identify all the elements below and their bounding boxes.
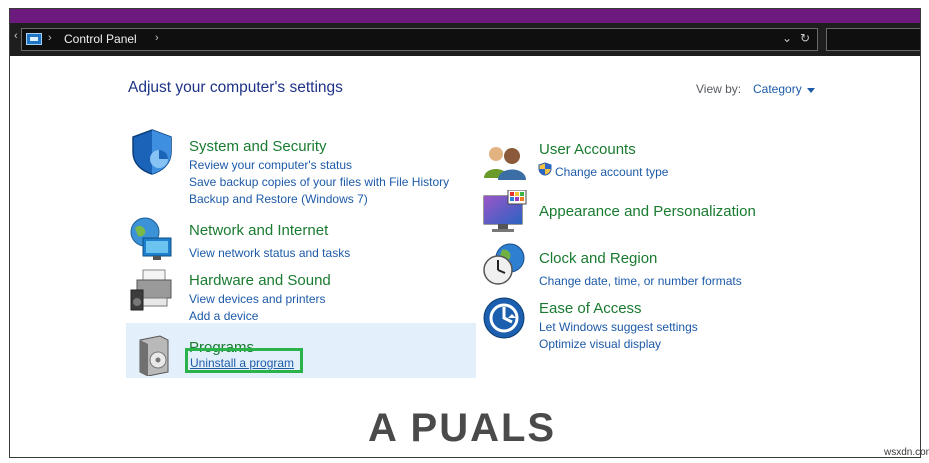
control-panel-icon xyxy=(26,33,42,45)
printer-speaker-icon xyxy=(130,269,172,311)
title-bar xyxy=(10,9,920,23)
suggest-settings-link[interactable]: Let Windows suggest settings xyxy=(539,320,698,334)
appuals-watermark: A PUALS xyxy=(368,406,557,450)
address-dropdown-icon[interactable]: ⌄ xyxy=(782,31,792,45)
backup-restore-link[interactable]: Backup and Restore (Windows 7) xyxy=(189,192,368,206)
optimize-display-link[interactable]: Optimize visual display xyxy=(539,337,661,351)
clock-region-title[interactable]: Clock and Region xyxy=(539,250,657,267)
change-account-type-link[interactable]: Change account type xyxy=(555,165,668,179)
view-by-label: View by: xyxy=(696,82,742,96)
address-bar: ‹ › Control Panel › ⌄ ↻ xyxy=(10,23,920,56)
network-globe-icon xyxy=(130,217,172,260)
ease-of-access-title[interactable]: Ease of Access xyxy=(539,300,642,317)
review-status-link[interactable]: Review your computer's status xyxy=(189,158,352,172)
address-field[interactable]: › Control Panel › ⌄ ↻ xyxy=(21,28,818,51)
view-by-caret-icon[interactable] xyxy=(807,88,815,93)
page-title: Adjust your computer's settings xyxy=(128,79,343,96)
hardware-sound-title[interactable]: Hardware and Sound xyxy=(189,272,331,289)
shield-icon xyxy=(132,129,172,175)
add-device-link[interactable]: Add a device xyxy=(189,309,258,323)
main-content: Adjust your computer's settings View by:… xyxy=(10,56,920,457)
user-accounts-title[interactable]: User Accounts xyxy=(539,141,636,158)
control-panel-window: ‹ › Control Panel › ⌄ ↻ Adjust your comp… xyxy=(9,8,921,458)
nav-back-chevron-icon[interactable]: ‹ xyxy=(14,30,18,42)
programs-box-icon xyxy=(139,335,169,376)
annotation-highlight-box xyxy=(185,348,303,373)
network-status-link[interactable]: View network status and tasks xyxy=(189,246,350,260)
ease-of-access-icon xyxy=(483,297,525,339)
view-by-dropdown[interactable]: Category xyxy=(753,82,802,96)
search-input[interactable] xyxy=(826,28,920,51)
network-internet-title[interactable]: Network and Internet xyxy=(189,222,328,239)
file-history-link[interactable]: Save backup copies of your files with Fi… xyxy=(189,175,449,189)
breadcrumb-separator-icon[interactable]: › xyxy=(48,32,52,44)
breadcrumb-chevron-icon[interactable]: › xyxy=(155,32,159,44)
uac-shield-icon xyxy=(538,162,552,176)
clock-globe-icon xyxy=(483,243,525,285)
devices-printers-link[interactable]: View devices and printers xyxy=(189,292,326,306)
refresh-icon[interactable]: ↻ xyxy=(800,31,810,45)
user-accounts-icon xyxy=(484,147,526,180)
change-formats-link[interactable]: Change date, time, or number formats xyxy=(539,274,742,288)
appearance-monitor-icon xyxy=(483,190,527,232)
site-watermark: wsxdn.com xyxy=(884,447,929,458)
appearance-title[interactable]: Appearance and Personalization xyxy=(539,203,756,220)
system-security-title[interactable]: System and Security xyxy=(189,138,327,155)
breadcrumb-control-panel[interactable]: Control Panel xyxy=(64,32,137,46)
